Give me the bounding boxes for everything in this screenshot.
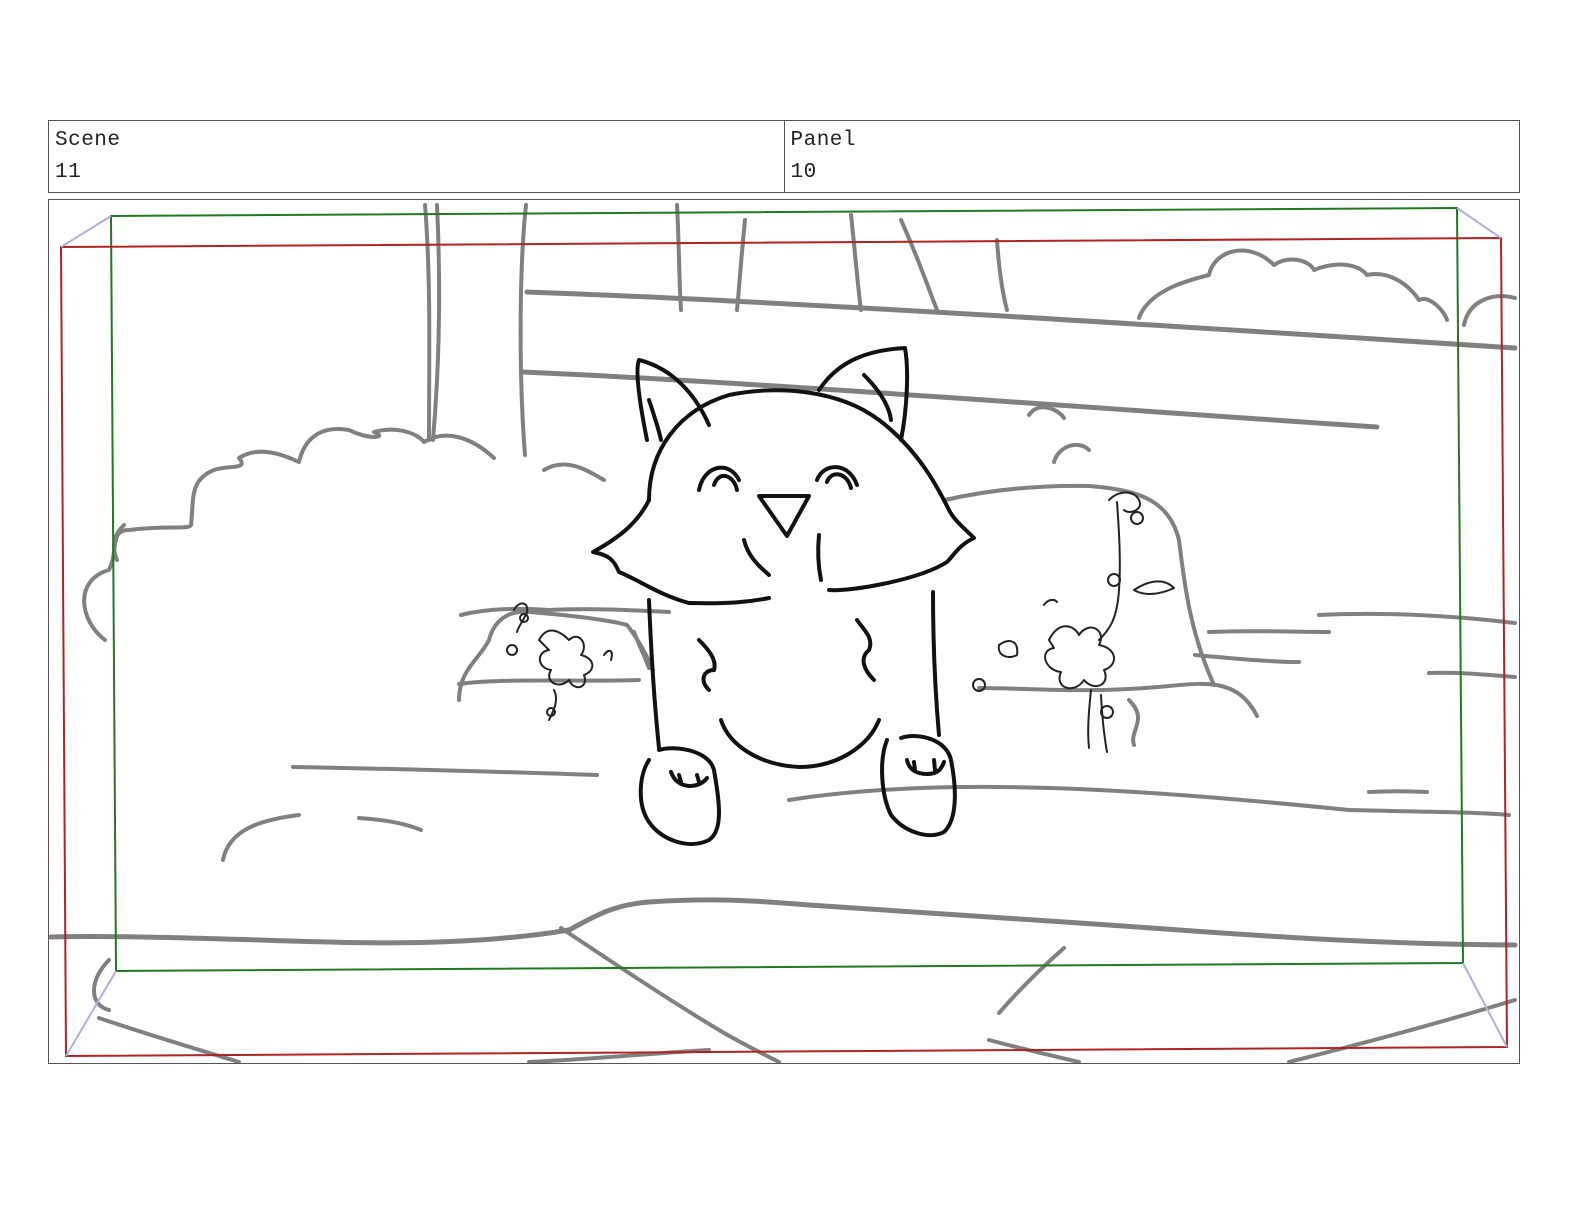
camera-frame — [59, 236, 1509, 1058]
flower-right — [972, 491, 1175, 753]
scene-number: 11 — [55, 161, 82, 184]
scene-cell: Scene 11 — [49, 121, 784, 192]
safe-frame — [109, 206, 1465, 973]
panel-label: Panel — [790, 129, 857, 152]
storyboard-panel — [48, 199, 1520, 1064]
background-sketch — [49, 203, 1518, 1063]
panel-sketch — [49, 203, 1518, 1063]
panel-cell: Panel 10 — [783, 121, 1520, 192]
scene-label: Scene — [55, 129, 121, 152]
cat-character — [591, 346, 976, 846]
panel-number: 10 — [790, 161, 817, 184]
panel-info-header: Scene 11 Panel 10 — [48, 120, 1520, 193]
